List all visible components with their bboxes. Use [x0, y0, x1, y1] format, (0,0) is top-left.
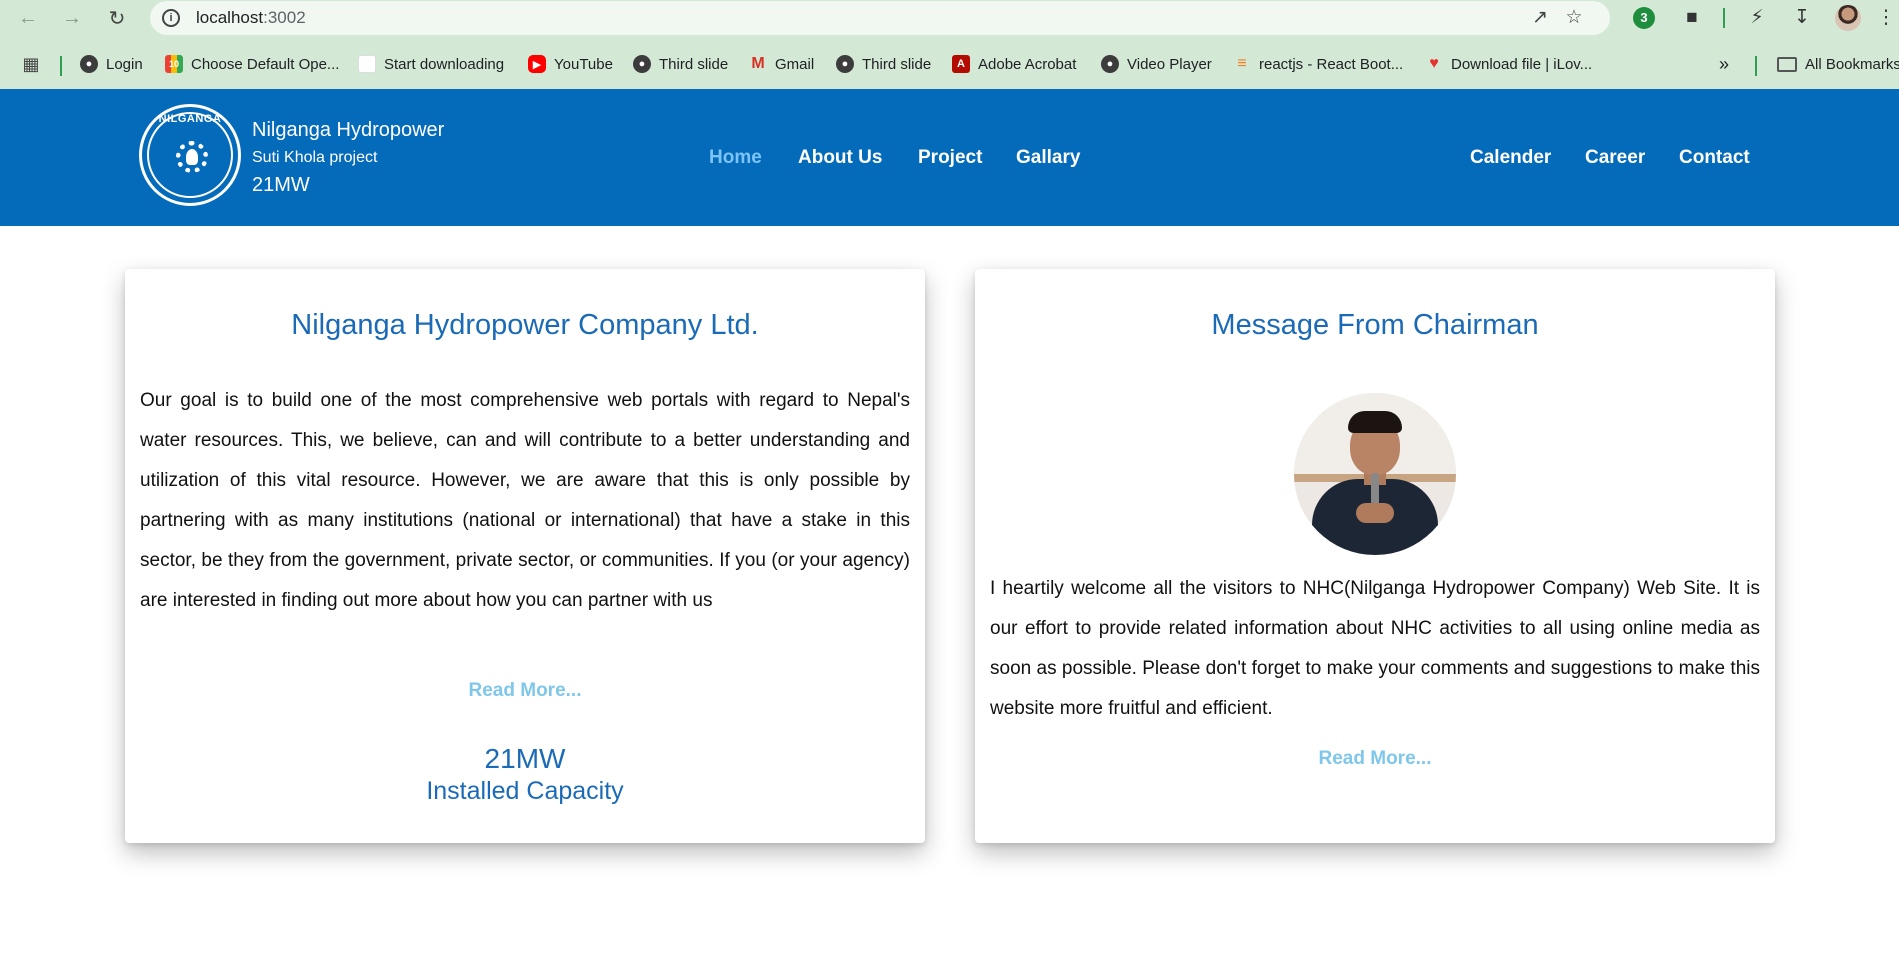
nav-career[interactable]: Career [1585, 147, 1645, 169]
logo-text: NILGANGA [158, 113, 222, 125]
bookmark-video-player[interactable]: ● Video Player [1101, 52, 1212, 76]
bookmarks-divider [60, 56, 62, 76]
bookmark-choose-default[interactable]: 10 Choose Default Ope... [165, 52, 339, 76]
capacity-value: 21MW [484, 743, 566, 774]
browser-toolbar: ← → ↻ i localhost:3002 ↗ ☆ 3 ■ ⚡ ↧ ⋮ [0, 0, 1899, 36]
bookmark-third-slide-1[interactable]: ● Third slide [633, 52, 728, 76]
bookmarks-bar: ▦ ● Login 10 Choose Default Ope... Start d… [0, 46, 1899, 82]
company-logo[interactable]: NILGANGA [139, 104, 241, 206]
capacity-label: Installed Capacity [426, 777, 624, 805]
app-icon: 10 [165, 55, 183, 73]
reload-icon[interactable]: ↻ [103, 4, 131, 32]
address-bar[interactable]: i localhost:3002 ↗ ☆ [150, 1, 1610, 35]
about-company-card: Nilganga Hydropower Company Ltd. Our goa… [125, 269, 925, 843]
apps-grid-icon[interactable]: ▦ [22, 52, 48, 76]
brand-name: Nilganga Hydropower [252, 119, 445, 141]
brand-project: Suti Khola project [252, 149, 378, 166]
site-info-icon[interactable]: i [162, 9, 180, 27]
toolbar-divider [1723, 8, 1725, 28]
chairman-read-more-link[interactable]: Read More... [975, 748, 1775, 770]
open-external-icon[interactable]: ↗ [1529, 7, 1551, 29]
extension-badge-icon[interactable]: 3 [1633, 7, 1655, 29]
chairman-message-card: Message From Chairman I heartily welcome… [975, 269, 1775, 843]
about-read-more-link[interactable]: Read More... [125, 680, 925, 702]
blank-page-icon [358, 55, 376, 73]
menu-kebab-icon[interactable]: ⋮ [1873, 5, 1899, 31]
bookmarks-divider-right [1755, 56, 1757, 76]
about-card-body: Our goal is to build one of the most com… [140, 390, 910, 611]
bookmark-start-downloading[interactable]: Start downloading [358, 52, 504, 76]
heart-icon: ♥ [1429, 55, 1439, 72]
acrobat-icon: A [952, 55, 970, 73]
microphone-icon [1371, 473, 1379, 505]
bulb-icon [186, 149, 198, 165]
bookmark-adobe-acrobat[interactable]: A Adobe Acrobat [952, 52, 1076, 76]
globe-icon: ● [80, 55, 98, 73]
globe-icon: ● [1101, 55, 1119, 73]
chairman-card-title: Message From Chairman [1211, 309, 1539, 341]
bookmark-reactjs[interactable]: ≡ reactjs - React Boot... [1233, 52, 1403, 76]
nav-home[interactable]: Home [709, 147, 762, 169]
nav-project[interactable]: Project [918, 147, 982, 169]
nav-calender[interactable]: Calender [1470, 147, 1551, 169]
url-text[interactable]: localhost:3002 [196, 8, 306, 28]
site-header: NILGANGA Nilganga Hydropower Suti Khola … [0, 89, 1899, 226]
bookmark-ilovepdf[interactable]: ♥ Download file | iLov... [1425, 52, 1592, 76]
installed-capacity: 21MW Installed Capacity [125, 743, 925, 807]
nav-contact[interactable]: Contact [1679, 147, 1750, 169]
folder-icon [1777, 56, 1797, 72]
chairman-photo [1294, 393, 1456, 555]
download-icon[interactable]: ↧ [1789, 5, 1815, 31]
youtube-icon: ▶ [528, 55, 546, 73]
browser-chrome: ← → ↻ i localhost:3002 ↗ ☆ 3 ■ ⚡ ↧ ⋮ ▦ ●… [0, 0, 1899, 89]
nav-gallary[interactable]: Gallary [1016, 147, 1080, 169]
bookmark-third-slide-2[interactable]: ● Third slide [836, 52, 931, 76]
bookmark-youtube[interactable]: ▶ YouTube [528, 52, 613, 76]
back-arrow-icon[interactable]: ← [14, 4, 42, 32]
all-bookmarks-folder[interactable]: All Bookmarks [1777, 52, 1899, 76]
chairman-card-body: I heartily welcome all the visitors to N… [990, 578, 1760, 719]
bookmark-login[interactable]: ● Login [80, 52, 143, 76]
bookmark-gmail[interactable]: M Gmail [749, 52, 814, 76]
profile-avatar[interactable] [1835, 5, 1861, 31]
about-card-title: Nilganga Hydropower Company Ltd. [291, 309, 759, 341]
gmail-icon: M [751, 55, 765, 72]
performance-icon[interactable]: ⚡ [1744, 5, 1770, 31]
globe-icon: ● [633, 55, 651, 73]
nav-about-us[interactable]: About Us [798, 147, 882, 169]
forward-arrow-icon[interactable]: → [58, 4, 86, 32]
bookmarks-overflow-button[interactable]: » [1719, 52, 1729, 76]
bookmark-star-icon[interactable]: ☆ [1563, 7, 1585, 29]
brand-block: Nilganga Hydropower Suti Khola project 2… [252, 117, 444, 198]
stackoverflow-icon: ≡ [1237, 55, 1247, 72]
extensions-puzzle-icon[interactable]: ■ [1679, 5, 1705, 31]
globe-icon: ● [836, 55, 854, 73]
brand-capacity: 21MW [252, 174, 310, 196]
